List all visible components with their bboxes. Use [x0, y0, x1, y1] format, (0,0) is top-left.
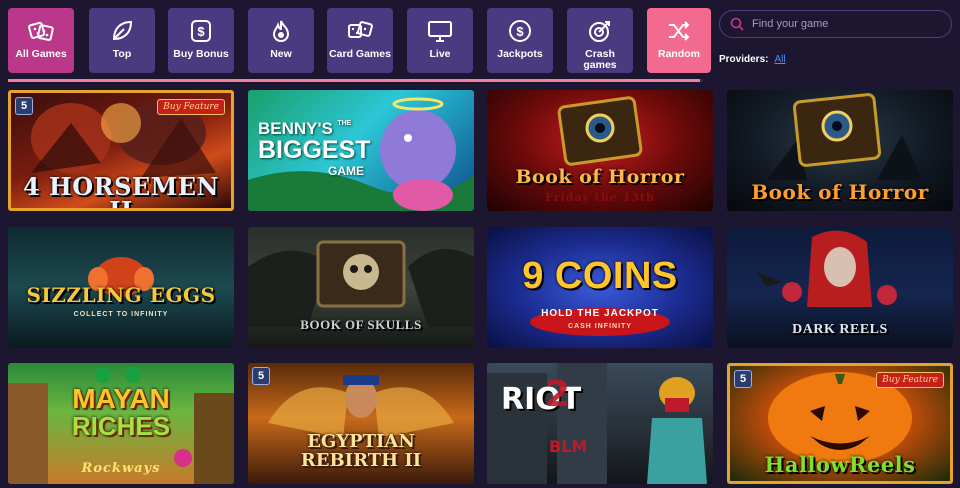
game-title: MAYAN RICHES: [8, 383, 234, 441]
game-title: EGYPTIAN REBIRTH II: [248, 432, 474, 471]
game-tile-dark-reels[interactable]: DARK REELS: [727, 227, 953, 348]
category-label: New: [270, 48, 292, 60]
flame-icon: [268, 18, 294, 44]
search-icon: [730, 17, 744, 31]
category-live[interactable]: Live: [407, 8, 473, 73]
category-label: Jackpots: [497, 48, 543, 60]
game-title: Book of Horror: [515, 166, 685, 188]
category-top[interactable]: Top: [89, 8, 155, 73]
category-label: Random: [658, 48, 700, 60]
game-tile-bennys-biggest-game[interactable]: BENNY'S THE BIGGEST GAME: [248, 90, 474, 211]
shuffle-icon: [666, 18, 692, 44]
game-tile-hallowreels[interactable]: 5 Buy Feature HallowReels: [727, 363, 953, 484]
category-label: Crash games: [583, 48, 617, 71]
monitor-icon: [427, 18, 453, 44]
game-title: HallowReels: [764, 452, 916, 477]
category-random[interactable]: Random: [647, 8, 711, 73]
category-label: Live: [429, 48, 451, 60]
title-part: THE: [337, 120, 352, 127]
game-tile-mayan-riches[interactable]: MAYAN RICHES Rockways: [8, 363, 234, 484]
leaf-icon: [109, 18, 135, 44]
game-subtitle: HOLD THE JACKPOT: [541, 308, 659, 319]
game-title: RIOT 2: [501, 377, 581, 415]
svg-text:$: $: [197, 24, 205, 39]
title-part: RICHES: [71, 411, 171, 441]
search-input[interactable]: [750, 17, 944, 31]
game-title: SIZZLING EGGS: [26, 283, 216, 307]
category-label: Top: [112, 48, 132, 60]
category-all-games[interactable]: All Games: [8, 8, 74, 73]
game-title: BOOK OF SKULLS: [300, 317, 422, 332]
game-tile-book-of-horror[interactable]: Book of Horror: [727, 90, 953, 211]
search-box[interactable]: [719, 10, 952, 38]
providers-label: Providers:: [719, 54, 769, 65]
target-icon: [587, 18, 613, 44]
game-tile-egyptian-rebirth-ii[interactable]: 5 EGYPTIAN REBIRTH II: [248, 363, 474, 484]
category-scrollbar-thumb[interactable]: [8, 79, 700, 82]
providers-all-link[interactable]: All: [774, 54, 785, 65]
category-new[interactable]: New: [248, 8, 314, 73]
game-tile-book-of-horror-friday[interactable]: Book of Horror Friday the 13th: [487, 90, 713, 211]
game-subtitle: BLM: [549, 437, 588, 456]
provider-badge: 5: [15, 97, 33, 115]
title-part: BIGGEST: [258, 136, 371, 164]
svg-text:$: $: [516, 24, 524, 39]
title-part: REBIRTH II: [300, 449, 422, 471]
title-part: 2: [545, 374, 571, 415]
game-subtitle: Rockways: [81, 461, 161, 476]
category-jackpots[interactable]: $ Jackpots: [487, 8, 553, 73]
game-tile-9-coins[interactable]: 9 COINS HOLD THE JACKPOT CASH INFINITY: [487, 227, 713, 348]
game-title: 9 COINS: [522, 255, 678, 297]
providers-filter: Providers: All: [719, 54, 786, 65]
title-part: MAYAN: [72, 383, 170, 414]
game-subtitle-2: CASH INFINITY: [568, 323, 632, 330]
cards-dice-icon: [347, 18, 373, 44]
game-subtitle: COLLECT TO INFINITY: [73, 311, 169, 318]
game-title: DARK REELS: [792, 322, 888, 337]
provider-badge: 5: [252, 367, 270, 385]
game-tile-4-horsemen-ii[interactable]: 5 Buy Feature 4 HORSEMEN II: [8, 90, 234, 211]
title-part: GAME: [328, 164, 364, 178]
buy-feature-tag: Buy Feature: [157, 99, 225, 115]
category-crash-games[interactable]: Crash games: [567, 8, 633, 73]
dice-icon: [28, 18, 54, 44]
category-card-games[interactable]: Card Games: [327, 8, 393, 73]
game-tile-riot-2[interactable]: RIOT 2 BLM: [487, 363, 713, 484]
category-buy-bonus[interactable]: $ Buy Bonus: [168, 8, 234, 73]
game-title: Book of Horror: [751, 180, 929, 204]
game-subtitle: Friday the 13th: [545, 191, 655, 204]
dollar-coin-icon: $: [188, 18, 214, 44]
category-label: Buy Bonus: [173, 48, 229, 60]
provider-badge: 5: [734, 370, 752, 388]
category-label: All Games: [15, 48, 67, 60]
dollar-circle-icon: $: [507, 18, 533, 44]
game-title: 4 HORSEMEN II: [22, 172, 219, 211]
game-tile-book-of-skulls[interactable]: BOOK OF SKULLS: [248, 227, 474, 348]
category-scrollbar[interactable]: [8, 79, 703, 82]
category-label: Card Games: [329, 48, 391, 60]
game-tile-sizzling-eggs[interactable]: SIZZLING EGGS COLLECT TO INFINITY: [8, 227, 234, 348]
game-title: BENNY'S THE BIGGEST GAME: [258, 120, 371, 179]
buy-feature-tag: Buy Feature: [876, 372, 944, 388]
